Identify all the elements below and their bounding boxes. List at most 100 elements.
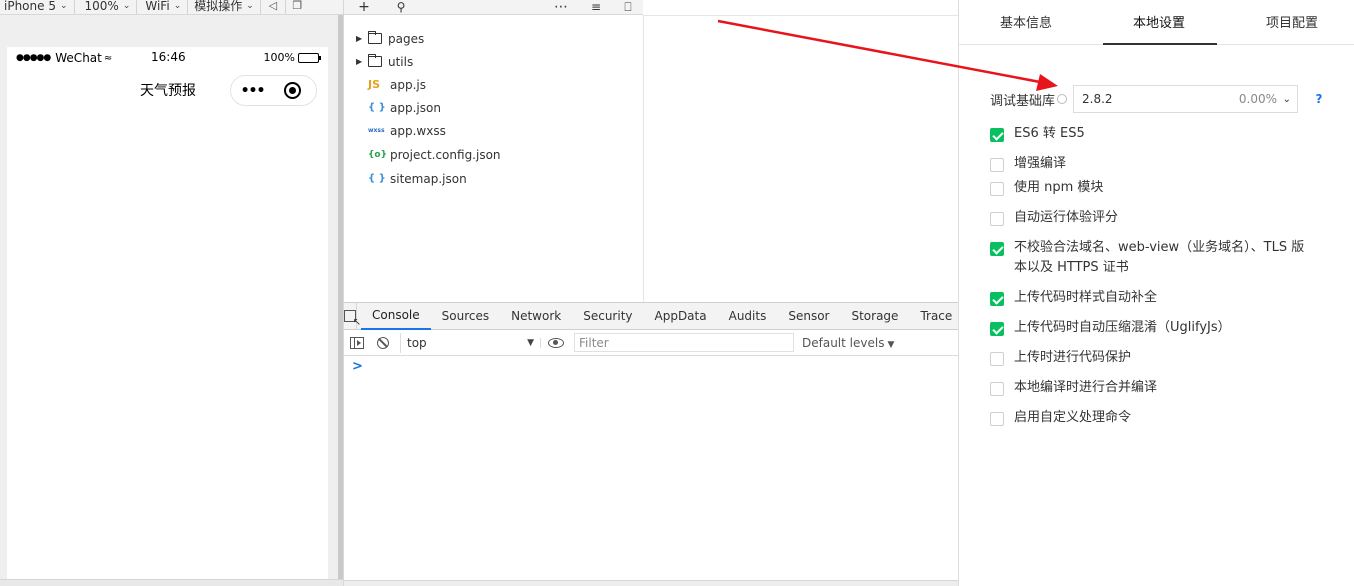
checkbox[interactable] (990, 292, 1004, 306)
tab-audits[interactable]: Audits (718, 303, 778, 330)
chevron-down-icon: ⌄ (59, 1, 68, 11)
option-label: 增强编译 (1014, 156, 1067, 171)
context-select[interactable]: top ▼ (400, 332, 540, 353)
more-icon[interactable]: ••• (231, 83, 274, 99)
checkbox[interactable] (990, 352, 1004, 366)
option-style-autoprefix[interactable]: 上传代码时样式自动补全 (990, 290, 1314, 308)
inspect-element-button[interactable] (344, 302, 361, 330)
collapse-list-icon[interactable]: ≡ (576, 0, 616, 14)
simulator-area: ●●●●● WeChat ≈ 16:46 100% 天气预报 ••• (0, 15, 343, 586)
checkbox[interactable] (990, 322, 1004, 336)
devtools-tab-bar: Console Sources Network Security AppData… (344, 302, 958, 330)
json-file-icon: { } (368, 173, 386, 184)
tree-item-label: pages (388, 31, 425, 46)
debug-lib-label: 调试基础库 (990, 93, 1056, 109)
phone-status-bar: ●●●●● WeChat ≈ 16:46 100% (7, 47, 328, 69)
device-select[interactable]: iPhone 5 ⌄ (0, 0, 75, 14)
checkbox[interactable] (990, 412, 1004, 426)
tab-basic-info[interactable]: 基本信息 (1000, 12, 1052, 31)
tree-file-app-json[interactable]: { } app.json (344, 96, 441, 119)
inspect-icon (344, 310, 361, 328)
tab-storage[interactable]: Storage (840, 303, 909, 330)
live-expression-button[interactable] (540, 337, 570, 348)
simulator-toolbar: iPhone 5 ⌄ 100% ⌄ WiFi ⌄ 模拟操作 ⌄ ◁ ❐ (0, 0, 343, 15)
folder-icon (368, 54, 382, 67)
option-es6-to-es5[interactable]: ES6 转 ES5 (990, 126, 1314, 144)
option-minify-uglify[interactable]: 上传代码时自动压缩混淆（UglifyJs） (990, 320, 1314, 338)
tab-trace[interactable]: Trace (909, 303, 963, 330)
dropdown-triangle-icon: ▼ (527, 337, 534, 348)
checkbox[interactable] (990, 182, 1004, 196)
sidebar-toggle-icon (350, 336, 364, 349)
lib-usage-percent: 0.00% (1238, 92, 1278, 106)
chevron-down-icon: ⌄ (246, 1, 254, 11)
battery-icon (298, 53, 321, 63)
mute-icon[interactable]: ◁ (261, 0, 285, 14)
debug-lib-select[interactable]: 2.8.2 0.00% ⌄ (1073, 85, 1299, 113)
tree-file-sitemap-json[interactable]: { } sitemap.json (344, 167, 467, 190)
tab-project-config[interactable]: 项目配置 (1266, 12, 1318, 31)
more-options-icon[interactable]: ⋯ (546, 0, 576, 14)
dropdown-triangle-icon: ▼ (887, 339, 895, 350)
device-select-label: iPhone 5 (4, 0, 56, 13)
log-levels-select[interactable]: Default levels ▼ (802, 336, 894, 350)
checkbox[interactable] (990, 212, 1004, 226)
close-target-icon[interactable] (284, 82, 301, 99)
tree-file-project-config[interactable]: {o} project.config.json (344, 143, 501, 166)
devtools-bottom-scrollbar (344, 580, 959, 586)
simulate-operation-select[interactable]: 模拟操作 ⌄ (188, 0, 261, 14)
option-custom-command[interactable]: 启用自定义处理命令 (990, 410, 1314, 428)
checkbox[interactable] (990, 242, 1004, 256)
checkbox[interactable] (990, 382, 1004, 396)
clear-console-button[interactable] (370, 336, 396, 349)
option-label: ES6 转 ES5 (1014, 126, 1085, 141)
tree-folder-utils[interactable]: ▶ utils (344, 50, 413, 73)
tree-file-app-js[interactable]: JS app.js (344, 73, 426, 96)
chevron-down-icon: ⌄ (122, 1, 131, 11)
option-use-npm[interactable]: 使用 npm 模块 (990, 180, 1314, 198)
option-label: 自动运行体验评分 (1014, 210, 1119, 225)
carrier-label: WeChat (55, 51, 102, 65)
chevron-right-icon: ▶ (356, 57, 363, 66)
console-prompt[interactable]: > (352, 359, 363, 374)
checkbox[interactable] (990, 158, 1004, 172)
zoom-select-label: 100% (84, 0, 119, 13)
tab-sensor[interactable]: Sensor (777, 303, 840, 330)
tree-folder-pages[interactable]: ▶ pages (344, 27, 424, 50)
tab-local-settings[interactable]: 本地设置 (1133, 12, 1185, 31)
tree-file-app-wxss[interactable]: wxss app.wxss (344, 119, 446, 142)
tab-network[interactable]: Network (500, 303, 572, 330)
option-enhanced-compile[interactable]: 增强编译 (990, 156, 1314, 174)
network-select[interactable]: WiFi ⌄ (137, 0, 189, 14)
option-auto-audit[interactable]: 自动运行体验评分 (990, 210, 1314, 228)
checkbox[interactable] (990, 128, 1004, 142)
add-icon[interactable]: + (344, 0, 384, 14)
show-sidebar-button[interactable] (344, 336, 370, 349)
tab-console[interactable]: Console (361, 303, 431, 330)
tab-sources[interactable]: Sources (431, 303, 500, 330)
tab-security[interactable]: Security (572, 303, 643, 330)
editor-area (644, 15, 958, 302)
split-view-icon[interactable]: ⎕ (616, 0, 640, 14)
explorer-toolbar: + ⚲ ⋯ ≡ ⎕ (343, 0, 643, 15)
tree-item-label: project.config.json (390, 147, 501, 162)
eye-icon (547, 337, 564, 348)
zoom-select[interactable]: 100% ⌄ (75, 0, 138, 14)
option-merge-compile[interactable]: 本地编译时进行合并编译 (990, 380, 1314, 398)
option-skip-domain-check[interactable]: 不校验合法域名、web-view（业务域名）、TLS 版本以及 HTTPS 证书 (990, 240, 1314, 278)
option-label: 上传时进行代码保护 (1014, 350, 1132, 365)
detach-window-icon[interactable]: ❐ (284, 0, 309, 14)
battery-percent: 100% (263, 51, 295, 64)
lib-version: 2.8.2 (1082, 92, 1113, 106)
simulator-bottom-bar (0, 579, 343, 586)
help-icon[interactable]: ? (1312, 92, 1326, 106)
option-label: 使用 npm 模块 (1014, 180, 1104, 195)
phone-nav-bar: 天气预报 ••• (7, 69, 328, 106)
console-filter-input[interactable] (574, 333, 794, 352)
option-code-protect[interactable]: 上传时进行代码保护 (990, 350, 1314, 368)
search-icon[interactable]: ⚲ (384, 0, 418, 14)
tree-item-label: app.js (390, 77, 426, 92)
tab-appdata[interactable]: AppData (644, 303, 718, 330)
option-label: 上传代码时自动压缩混淆（UglifyJs） (1014, 320, 1231, 335)
chevron-down-icon: ⌄ (173, 1, 182, 11)
